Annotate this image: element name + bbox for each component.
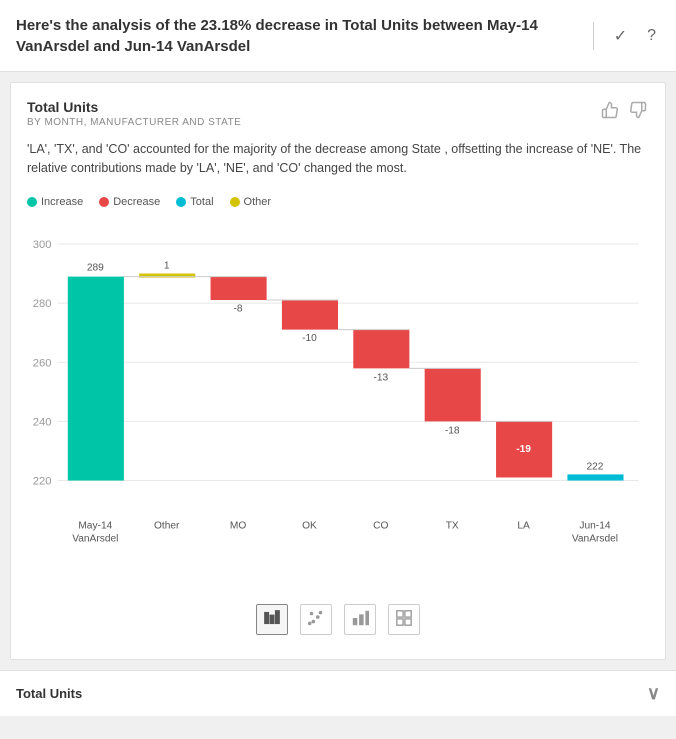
bar-label-may14-name1: May-14 [78, 520, 112, 531]
header-bar: Here's the analysis of the 23.18% decrea… [0, 0, 676, 72]
legend-item-total: Total [176, 196, 213, 208]
legend-dot-total [176, 197, 186, 207]
y-label-300: 300 [33, 239, 52, 251]
chart-svg: 300 280 260 240 220 289 May-14 VanArsdel [27, 216, 649, 586]
legend-item-increase: Increase [27, 196, 83, 208]
legend-label-total: Total [190, 196, 213, 208]
card-title: Total Units [27, 99, 241, 115]
chart-control-column[interactable] [344, 604, 376, 635]
thumbdown-button[interactable] [627, 99, 649, 126]
legend-dot-decrease [99, 197, 109, 207]
legend-dot-increase [27, 197, 37, 207]
bottom-bar[interactable]: Total Units ∨ [0, 670, 676, 716]
bar-label-may14-value: 289 [87, 262, 104, 273]
legend-item-decrease: Decrease [99, 196, 160, 208]
bar-label-la-value: -19 [516, 443, 531, 454]
bar-label-jun14-value: 222 [586, 461, 603, 472]
chart-control-scatter[interactable] [300, 604, 332, 635]
bar-label-co-name: CO [373, 520, 388, 531]
header-title: Here's the analysis of the 23.18% decrea… [16, 15, 593, 57]
main-card: Total Units BY MONTH, MANUFACTURER AND S… [10, 82, 666, 660]
card-actions [599, 99, 649, 126]
y-label-280: 280 [33, 298, 52, 310]
bar-may14[interactable] [68, 276, 124, 480]
legend-item-other: Other [230, 196, 272, 208]
bar-label-ok-value: -10 [302, 332, 317, 343]
y-label-260: 260 [33, 357, 52, 369]
bar-ok[interactable] [282, 300, 338, 330]
chart-control-grid[interactable] [388, 604, 420, 635]
bottom-bar-label: Total Units [16, 686, 82, 701]
bar-jun14[interactable] [567, 474, 623, 480]
card-description: 'LA', 'TX', and 'CO' accounted for the m… [27, 140, 649, 178]
legend-label-other: Other [244, 196, 272, 208]
bar-tx[interactable] [425, 368, 481, 421]
outer-container: Here's the analysis of the 23.18% decrea… [0, 0, 676, 716]
bar-co[interactable] [353, 329, 409, 368]
bottom-bar-arrow: ∨ [647, 683, 660, 704]
bar-label-other-name: Other [154, 520, 180, 531]
bar-label-ok-name: OK [302, 520, 317, 531]
chart-area: 300 280 260 240 220 289 May-14 VanArsdel [27, 216, 649, 586]
bar-label-other-value: 1 [164, 260, 170, 271]
legend-label-increase: Increase [41, 196, 83, 208]
bar-label-la-name: LA [517, 520, 530, 531]
bar-label-co-value: -13 [373, 372, 388, 383]
checkmark-button[interactable]: ✓ [610, 22, 631, 50]
legend: Increase Decrease Total Other [27, 196, 649, 208]
bar-label-tx-name: TX [446, 520, 459, 531]
legend-label-decrease: Decrease [113, 196, 160, 208]
legend-dot-other [230, 197, 240, 207]
header-actions: ✓ ? [593, 22, 660, 50]
bar-label-mo-value: -8 [234, 303, 243, 314]
bar-label-jun14-name2: VanArsdel [572, 533, 618, 544]
chart-controls [27, 596, 649, 643]
thumbup-button[interactable] [599, 99, 621, 126]
y-label-240: 240 [33, 416, 52, 428]
card-subtitle: BY MONTH, MANUFACTURER AND STATE [27, 117, 241, 128]
bar-label-tx-value: -18 [445, 425, 460, 436]
help-button[interactable]: ? [643, 23, 660, 49]
bar-label-jun14-name1: Jun-14 [579, 520, 610, 531]
card-title-group: Total Units BY MONTH, MANUFACTURER AND S… [27, 99, 241, 128]
y-label-220: 220 [33, 475, 52, 487]
bar-label-may14-name2: VanArsdel [72, 533, 118, 544]
bar-mo[interactable] [211, 276, 267, 299]
card-header: Total Units BY MONTH, MANUFACTURER AND S… [27, 99, 649, 128]
bar-label-mo-name: MO [230, 520, 246, 531]
chart-control-bar[interactable] [256, 604, 288, 635]
